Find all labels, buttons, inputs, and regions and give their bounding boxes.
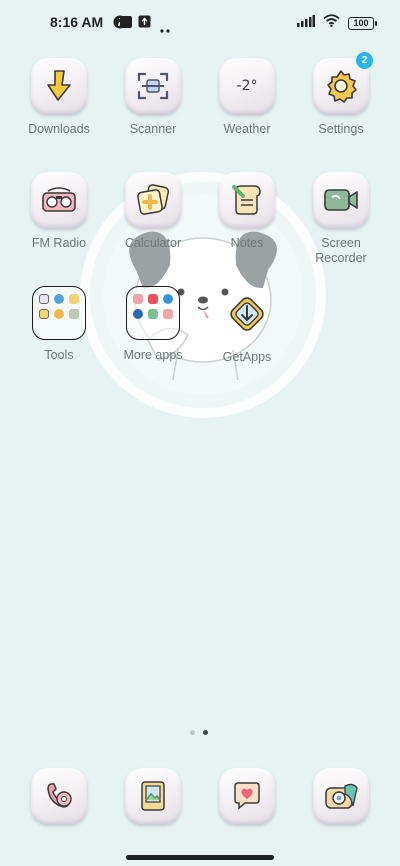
app-label: Calculator bbox=[124, 236, 182, 250]
weather-temperature: -2° bbox=[236, 78, 258, 94]
app-weather[interactable]: -2° Weather bbox=[201, 58, 293, 137]
calculator-icon bbox=[125, 172, 181, 228]
folder-tools[interactable]: Tools bbox=[13, 286, 105, 363]
app-label: Weather bbox=[223, 122, 271, 136]
app-label: More apps bbox=[123, 348, 183, 362]
folder-icon bbox=[126, 286, 180, 340]
wifi-icon bbox=[323, 14, 340, 32]
square-notification-icon bbox=[119, 15, 133, 34]
status-bar: 8:16 AM 100 bbox=[0, 12, 400, 34]
app-calculator[interactable]: Calculator bbox=[107, 172, 199, 251]
app-scanner[interactable]: Scanner bbox=[107, 58, 199, 137]
app-label: Tools bbox=[44, 348, 74, 362]
app-fm-radio[interactable]: FM Radio bbox=[13, 172, 105, 251]
gear-icon: 2 bbox=[313, 52, 373, 114]
battery-icon: 100 bbox=[348, 16, 377, 30]
page-dot[interactable] bbox=[190, 730, 195, 735]
app-settings[interactable]: 2 Settings bbox=[295, 52, 387, 137]
folder-icon bbox=[32, 286, 86, 340]
phone-icon bbox=[31, 768, 87, 824]
app-label: Notes bbox=[230, 236, 264, 250]
download-arrow-icon bbox=[31, 58, 87, 114]
page-dot-active[interactable] bbox=[203, 730, 208, 735]
app-label: Downloads bbox=[28, 122, 90, 136]
folder-more-apps[interactable]: More apps bbox=[107, 286, 199, 363]
notes-icon bbox=[219, 172, 275, 228]
radio-icon bbox=[31, 172, 87, 228]
app-downloads[interactable]: Downloads bbox=[13, 58, 105, 137]
notification-badge: 2 bbox=[356, 52, 373, 69]
app-label: Settings bbox=[318, 122, 364, 136]
video-camera-icon bbox=[313, 172, 369, 228]
app-screen-recorder[interactable]: Screen Recorder bbox=[295, 172, 387, 266]
signal-icon bbox=[297, 14, 315, 32]
dock-gallery[interactable] bbox=[107, 768, 199, 824]
gallery-icon bbox=[125, 768, 181, 824]
upload-icon bbox=[138, 15, 151, 33]
more-dots-icon bbox=[160, 20, 170, 38]
status-time: 8:16 AM bbox=[50, 14, 104, 30]
camera-icon bbox=[313, 768, 369, 824]
dock-camera[interactable] bbox=[295, 768, 387, 824]
app-getapps[interactable]: GetApps bbox=[201, 286, 293, 365]
app-label: GetApps bbox=[222, 350, 272, 364]
app-label: Scanner bbox=[129, 122, 177, 136]
getapps-icon bbox=[219, 286, 275, 342]
app-label: FM Radio bbox=[31, 236, 87, 250]
messages-heart-icon bbox=[219, 768, 275, 824]
app-notes[interactable]: Notes bbox=[201, 172, 293, 251]
weather-icon: -2° bbox=[219, 58, 275, 114]
app-label: Screen Recorder bbox=[315, 236, 367, 265]
dock-messages[interactable] bbox=[201, 768, 293, 824]
dock-phone[interactable] bbox=[13, 768, 105, 824]
home-indicator-bar[interactable] bbox=[126, 855, 274, 860]
page-indicator bbox=[190, 730, 208, 735]
scanner-icon bbox=[125, 58, 181, 114]
